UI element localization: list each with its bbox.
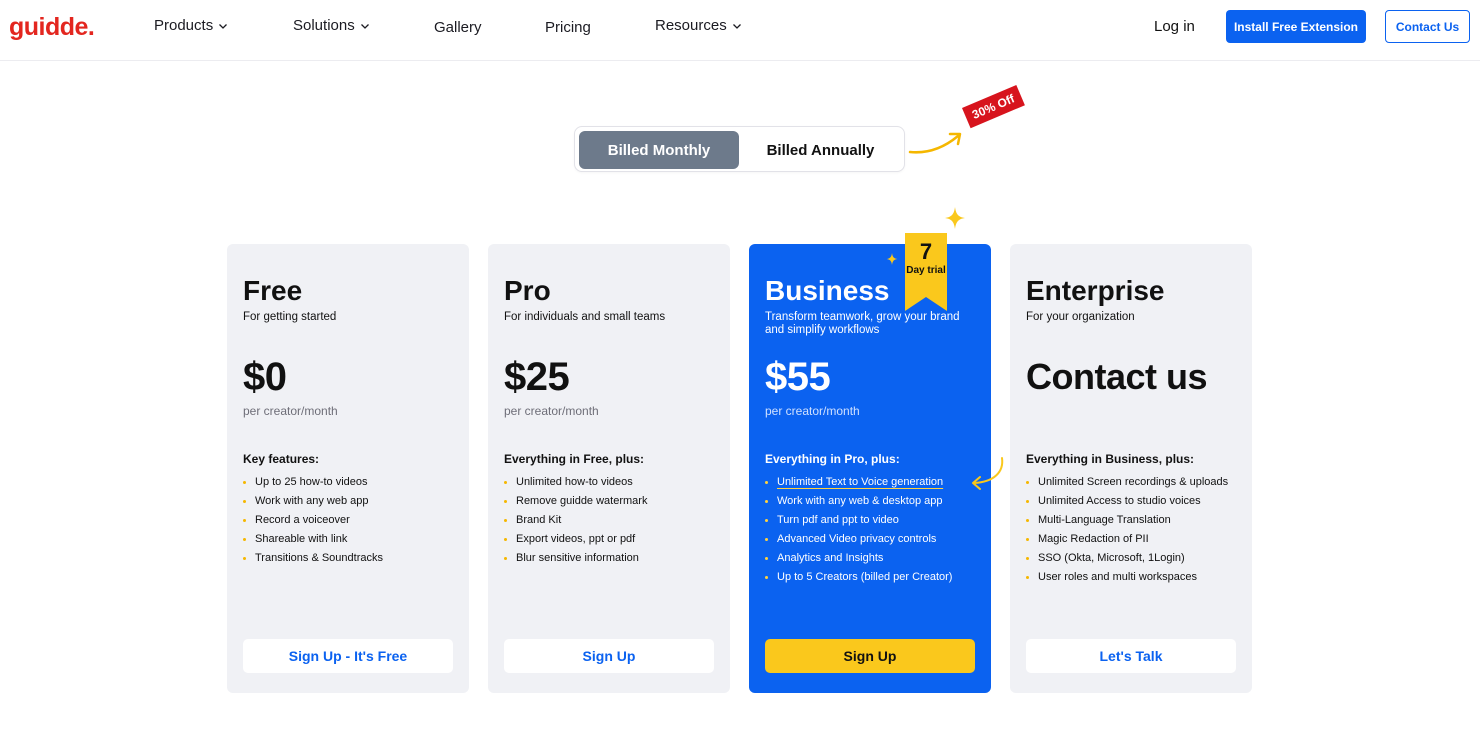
guidde-logo[interactable]: guidde. <box>9 13 95 42</box>
plan-tagline: Transform teamwork, grow your brand and … <box>765 311 960 336</box>
nav-solutions[interactable]: Solutions <box>293 17 370 34</box>
feature-item: Up to 25 how-to videos <box>243 476 458 489</box>
plan-tagline: For individuals and small teams <box>504 311 666 323</box>
nav-resources[interactable]: Resources <box>655 17 742 34</box>
feature-item: Unlimited how-to videos <box>504 476 719 489</box>
feature-item: SSO (Okta, Microsoft, 1Login) <box>1026 552 1241 565</box>
feature-item: Analytics and Insights <box>765 552 980 565</box>
plan-period: per creator/month <box>765 404 860 418</box>
features-heading: Everything in Free, plus: <box>504 452 645 466</box>
lets-talk-button[interactable]: Let's Talk <box>1026 639 1236 673</box>
features-list: Up to 25 how-to videos Work with any web… <box>243 476 458 571</box>
billed-annually-option[interactable]: Billed Annually <box>743 131 898 169</box>
nav-gallery-label: Gallery <box>434 19 482 36</box>
trial-days-label: Day trial <box>906 265 946 276</box>
feature-item: Multi-Language Translation <box>1026 514 1241 527</box>
feature-item-highlight: Unlimited Text to Voice generation <box>777 476 944 488</box>
plan-tagline: For your organization <box>1026 311 1135 323</box>
feature-item: Up to 5 Creators (billed per Creator) <box>765 571 980 584</box>
trial-days-number: 7 <box>919 239 933 264</box>
feature-item: Shareable with link <box>243 533 458 546</box>
plan-card-business: Business Transform teamwork, grow your b… <box>749 244 991 693</box>
feature-item: Record a voiceover <box>243 514 458 527</box>
features-list: Unlimited Text to Voice generation Work … <box>765 476 980 590</box>
features-list: Unlimited Screen recordings & uploads Un… <box>1026 476 1241 590</box>
features-heading: Everything in Business, plus: <box>1026 452 1195 466</box>
feature-item: Export videos, ppt or pdf <box>504 533 719 546</box>
plan-price: $25 <box>504 355 570 399</box>
curved-arrow-icon <box>972 457 1004 490</box>
feature-item: Magic Redaction of PII <box>1026 533 1241 546</box>
plan-price: $0 <box>243 355 287 399</box>
nav-products-label: Products <box>154 17 214 34</box>
plan-price: $55 <box>765 355 831 399</box>
features-list: Unlimited how-to videos Remove guidde wa… <box>504 476 719 571</box>
signup-pro-button[interactable]: Sign Up <box>504 639 714 673</box>
plan-price: Contact us <box>1026 356 1208 397</box>
install-extension-button[interactable]: Install Free Extension <box>1226 10 1366 43</box>
plan-period: per creator/month <box>504 404 599 418</box>
feature-item: Unlimited Screen recordings & uploads <box>1026 476 1241 489</box>
nav-pricing-label: Pricing <box>545 19 591 36</box>
plan-name: Enterprise <box>1026 275 1165 306</box>
nav-pricing[interactable]: Pricing <box>545 19 591 36</box>
chevron-down-icon <box>360 23 369 29</box>
discount-arrow-icon <box>908 132 962 154</box>
plan-tagline: For getting started <box>243 311 337 323</box>
nav-resources-label: Resources <box>655 17 727 34</box>
billing-toggle: Billed Monthly Billed Annually <box>574 126 905 172</box>
feature-item: Transitions & Soundtracks <box>243 552 458 565</box>
plan-name: Business <box>765 275 890 306</box>
feature-item: Remove guidde watermark <box>504 495 719 508</box>
top-navbar: guidde. Products Solutions Gallery Prici… <box>0 0 1480 61</box>
signup-business-button[interactable]: Sign Up <box>765 639 975 673</box>
feature-item: Work with any web & desktop app <box>765 495 980 508</box>
feature-item: Unlimited Text to Voice generation <box>765 476 980 489</box>
signup-free-button[interactable]: Sign Up - It's Free <box>243 639 453 673</box>
plan-card-pro: Pro For individuals and small teams $25 … <box>488 244 730 693</box>
features-heading: Key features: <box>243 452 320 466</box>
feature-item: Turn pdf and ppt to video <box>765 514 980 527</box>
plan-card-enterprise: Enterprise For your organization Contact… <box>1010 244 1252 693</box>
sparkle-icon <box>945 207 965 229</box>
nav-gallery[interactable]: Gallery <box>434 19 482 36</box>
feature-item: Work with any web app <box>243 495 458 508</box>
contact-us-button[interactable]: Contact Us <box>1385 10 1470 43</box>
sparkle-icon <box>886 253 898 265</box>
discount-badge: 30% Off <box>962 85 1025 129</box>
features-heading: Everything in Pro, plus: <box>765 452 900 466</box>
feature-item: Brand Kit <box>504 514 719 527</box>
billed-monthly-option[interactable]: Billed Monthly <box>579 131 739 169</box>
chevron-down-icon <box>732 23 741 29</box>
feature-item: Unlimited Access to studio voices <box>1026 495 1241 508</box>
plan-name: Pro <box>504 275 551 306</box>
feature-item: Advanced Video privacy controls <box>765 533 980 546</box>
login-link[interactable]: Log in <box>1154 18 1195 35</box>
nav-products[interactable]: Products <box>154 17 228 34</box>
plan-name: Free <box>243 275 303 306</box>
feature-item: Blur sensitive information <box>504 552 719 565</box>
chevron-down-icon <box>219 23 228 29</box>
plan-period: per creator/month <box>243 404 338 418</box>
nav-solutions-label: Solutions <box>293 17 355 34</box>
feature-item: User roles and multi workspaces <box>1026 571 1241 584</box>
plan-card-free: Free For getting started $0 per creator/… <box>227 244 469 693</box>
